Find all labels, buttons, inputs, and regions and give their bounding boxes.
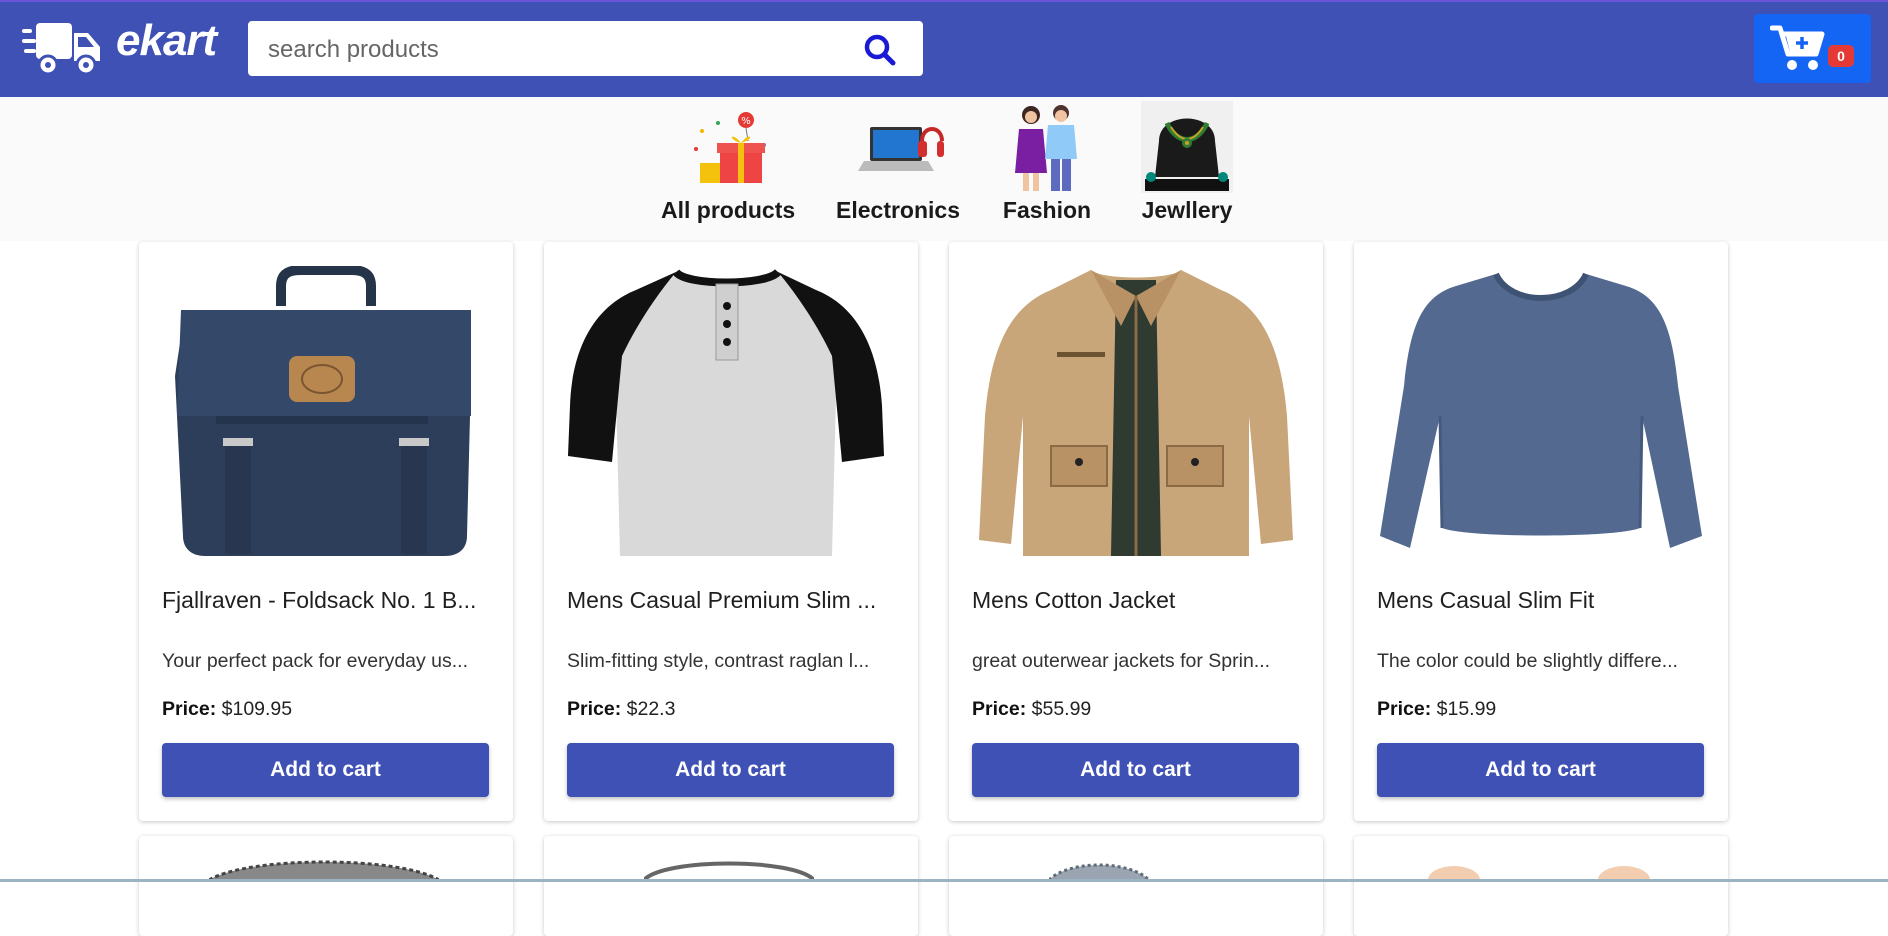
truck-logo-icon[interactable] (22, 18, 100, 82)
cart-button[interactable]: 0 (1754, 14, 1871, 83)
price-value: $22.3 (626, 698, 676, 720)
cotton-jacket-product-image[interactable] (971, 266, 1301, 564)
price-label: Price: (162, 698, 217, 720)
product-card: Mens Cotton Jacket great outerwear jacke… (949, 242, 1323, 821)
category-jewellery[interactable]: Jewllery (1141, 101, 1233, 224)
price-label: Price: (567, 698, 622, 720)
price-label: Price: (1377, 698, 1432, 720)
product-price: Price: $22.3 (567, 698, 675, 721)
brand-name[interactable]: ekart (116, 16, 217, 66)
bracelet-product-image[interactable] (209, 860, 439, 880)
product-card (949, 836, 1323, 936)
search-icon[interactable] (863, 33, 897, 67)
product-title[interactable]: Fjallraven - Foldsack No. 1 B... (162, 587, 492, 614)
necklace-icon (1141, 101, 1233, 193)
fashion-couple-icon (1015, 105, 1077, 191)
raglan-tshirt-product-image[interactable] (566, 266, 896, 564)
svg-text:%: % (741, 116, 751, 127)
category-electronics[interactable]: Electronics (836, 101, 960, 224)
product-title[interactable]: Mens Cotton Jacket (972, 587, 1302, 614)
category-bar: % All products Electronics Fashion Jewll… (0, 97, 1888, 241)
product-card (139, 836, 513, 936)
product-card: Fjallraven - Foldsack No. 1 B... Your pe… (139, 242, 513, 821)
product-description: great outerwear jackets for Sprin... (972, 650, 1271, 672)
category-all-products[interactable]: % All products (661, 101, 795, 224)
backpack-product-image[interactable] (161, 266, 491, 564)
category-label: Electronics (836, 197, 960, 223)
jewelry-product-image[interactable] (1049, 860, 1149, 880)
cart-icon (1770, 25, 1825, 70)
laptop-headphones-icon (858, 127, 944, 171)
add-to-cart-button[interactable]: Add to cart (162, 743, 489, 797)
product-price: Price: $109.95 (162, 698, 292, 721)
search-bar (248, 21, 923, 78)
product-description: Your perfect pack for everyday us... (162, 650, 469, 672)
long-sleeve-shirt-product-image[interactable] (1376, 266, 1706, 564)
product-card: Mens Casual Premium Slim ... Slim-fittin… (544, 242, 918, 821)
price-value: $55.99 (1031, 698, 1092, 720)
add-to-cart-button[interactable]: Add to cart (972, 743, 1299, 797)
price-label: Price: (972, 698, 1027, 720)
category-label: Fashion (1002, 197, 1092, 223)
product-price: Price: $15.99 (1377, 698, 1496, 721)
product-title[interactable]: Mens Casual Slim Fit (1377, 587, 1707, 614)
product-description: The color could be slightly differe... (1377, 650, 1678, 672)
category-fashion[interactable]: Fashion (1001, 101, 1093, 224)
price-value: $109.95 (221, 698, 293, 720)
product-description: Slim-fitting style, contrast raglan l... (567, 650, 870, 672)
product-card: Mens Casual Slim Fit The color could be … (1354, 242, 1728, 821)
price-value: $15.99 (1436, 698, 1497, 720)
product-title[interactable]: Mens Casual Premium Slim ... (567, 587, 897, 614)
product-card (544, 836, 918, 936)
product-card (1354, 836, 1728, 936)
search-input[interactable] (266, 21, 830, 78)
add-to-cart-button[interactable]: Add to cart (1377, 743, 1704, 797)
top-navbar: ekart 0 (0, 0, 1888, 97)
category-label: All products (661, 197, 796, 223)
gift-icon: % (694, 112, 767, 183)
earrings-product-image[interactable] (1414, 858, 1664, 880)
cart-count-badge: 0 (1828, 45, 1854, 67)
product-price: Price: $55.99 (972, 698, 1091, 721)
category-label: Jewllery (1141, 197, 1233, 223)
add-to-cart-button[interactable]: Add to cart (567, 743, 894, 797)
ring-product-image[interactable] (644, 860, 814, 880)
